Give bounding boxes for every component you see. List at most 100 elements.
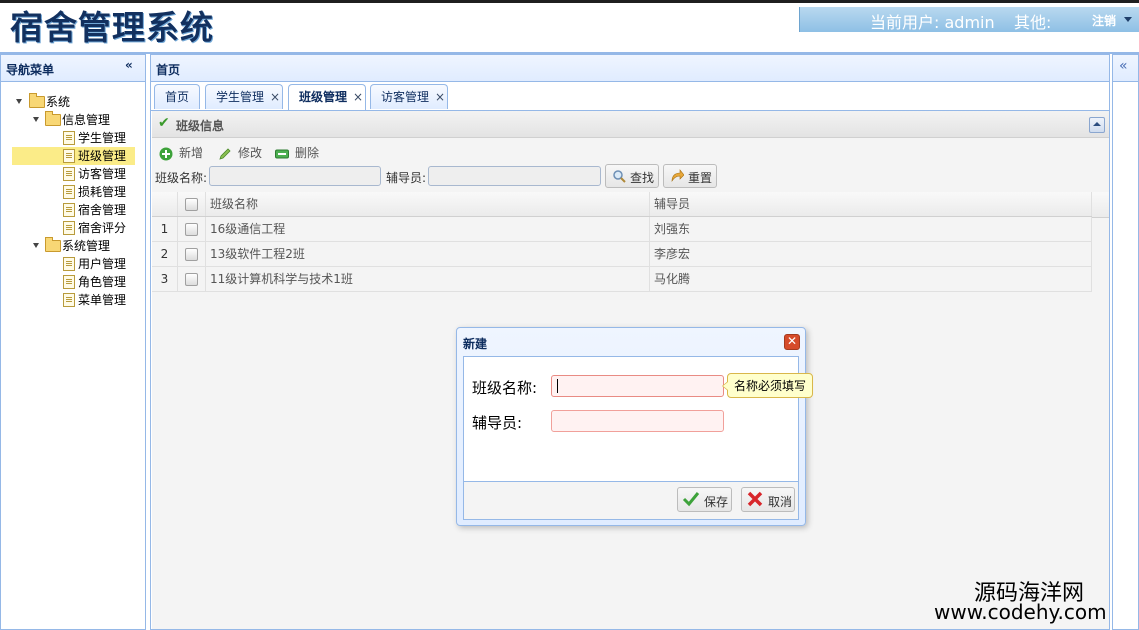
table-header-row: 班级名称 辅导员 — [152, 192, 1092, 217]
close-tab-icon[interactable]: × — [270, 85, 280, 110]
cancel-button[interactable]: 取消 — [741, 487, 795, 512]
cell-class-name: 13级软件工程2班 — [206, 242, 650, 266]
navigation-panel-header: 导航菜单 « — [1, 55, 145, 82]
tree-node-student-management[interactable]: 学生管理 — [1, 129, 145, 147]
search-counselor-input[interactable] — [428, 166, 601, 186]
row-number-header — [152, 192, 178, 216]
row-number: 1 — [152, 217, 178, 241]
row-checkbox[interactable] — [178, 242, 206, 266]
close-tab-icon[interactable]: × — [435, 85, 445, 110]
tree-node-info-management[interactable]: 信息管理 — [1, 111, 145, 129]
tree-node-dorm-management[interactable]: 宿舍管理 — [1, 201, 145, 219]
tree-node-label: 学生管理 — [78, 131, 127, 145]
file-icon — [63, 203, 75, 217]
tree-node-label: 系统 — [46, 95, 71, 109]
navigation-title: 导航菜单 — [6, 63, 55, 77]
east-panel-header: « — [1113, 55, 1138, 82]
logout-button[interactable]: 注销 — [1092, 12, 1116, 29]
cell-counselor: 刘强东 — [650, 217, 1092, 241]
magnifier-icon — [612, 169, 626, 183]
checkbox-icon[interactable] — [185, 248, 198, 261]
file-icon — [63, 257, 75, 271]
delete-button[interactable]: 删除 — [275, 142, 323, 164]
tree-node-role-management[interactable]: 角色管理 — [1, 273, 145, 291]
class-name-input[interactable] — [551, 375, 724, 397]
table-row[interactable]: 1 16级通信工程 刘强东 — [152, 217, 1092, 242]
tree-node-visitor-management[interactable]: 访客管理 — [1, 165, 145, 183]
edit-button[interactable]: 修改 — [218, 142, 266, 164]
collapse-east-icon[interactable]: « — [1119, 58, 1128, 74]
tree-node-label: 访客管理 — [78, 167, 127, 181]
close-icon[interactable]: ✕ — [784, 334, 800, 350]
tree-node-user-management[interactable]: 用户管理 — [1, 255, 145, 273]
tree-node-class-management[interactable]: 班级管理 — [12, 147, 135, 165]
file-icon — [63, 275, 75, 289]
navigation-panel: 导航菜单 « 系统 信息管理 学生管理 班级管理 访客管理 损耗管理 宿舍管理 … — [0, 54, 146, 630]
current-user-label: 当前用户: — [870, 13, 940, 32]
tree-node-system-management[interactable]: 系统管理 — [1, 237, 145, 255]
save-button-label: 保存 — [704, 495, 729, 509]
tree-node-system[interactable]: 系统 — [1, 93, 145, 111]
checkbox-icon[interactable] — [185, 223, 198, 236]
tab-label: 访客管理 — [381, 90, 430, 104]
tree-node-damage-management[interactable]: 损耗管理 — [1, 183, 145, 201]
collapse-panel-icon[interactable] — [1089, 117, 1105, 133]
validation-tooltip: 名称必须填写 — [721, 373, 814, 398]
new-class-dialog: 新建 ✕ 班级名称: 辅导员: 保存 取消 — [456, 327, 806, 526]
watermark-url: www.codehy.com — [934, 600, 1107, 624]
tab-visitor-management[interactable]: 访客管理 × — [370, 84, 448, 109]
search-class-name-label: 班级名称: — [155, 171, 208, 185]
add-button[interactable]: 新增 — [159, 142, 207, 164]
user-bar: 当前用户: admin 其他: 注销 — [799, 7, 1139, 32]
main-panel-header: 首页 — [151, 55, 1109, 82]
tree-node-label: 宿舍管理 — [78, 203, 127, 217]
table-row[interactable]: 3 11级计算机科学与技术1班 马化腾 — [152, 267, 1092, 292]
undo-arrow-icon — [670, 169, 685, 183]
select-all-checkbox[interactable] — [178, 192, 206, 216]
tab-label: 首页 — [165, 90, 190, 104]
file-icon — [63, 131, 75, 145]
folder-icon — [45, 237, 61, 252]
cell-class-name: 11级计算机科学与技术1班 — [206, 267, 650, 291]
search-class-name-input[interactable] — [209, 166, 381, 186]
reset-button-label: 重置 — [688, 171, 713, 185]
column-header-counselor[interactable]: 辅导员 — [650, 192, 1092, 216]
current-user-info: 当前用户: admin — [870, 9, 995, 33]
checkbox-icon[interactable] — [185, 198, 198, 211]
reset-button[interactable]: 重置 — [663, 164, 717, 188]
row-checkbox[interactable] — [178, 267, 206, 291]
cell-counselor: 李彦宏 — [650, 242, 1092, 266]
search-counselor-label: 辅导员: — [386, 171, 427, 185]
table-row[interactable]: 2 13级软件工程2班 李彦宏 — [152, 242, 1092, 267]
collapse-west-icon[interactable]: « — [125, 58, 133, 72]
dialog-title: 新建 — [463, 337, 488, 351]
tab-class-management[interactable]: 班级管理 × — [288, 84, 366, 110]
minus-icon — [275, 146, 289, 160]
folder-icon — [45, 111, 61, 126]
tab-student-management[interactable]: 学生管理 × — [205, 84, 283, 109]
column-header-class-name[interactable]: 班级名称 — [206, 192, 650, 216]
class-info-title: 班级信息 — [176, 119, 225, 133]
tree-node-dorm-rating[interactable]: 宿舍评分 — [1, 219, 145, 237]
main-panel-title: 首页 — [156, 63, 181, 77]
checkbox-icon[interactable] — [185, 273, 198, 286]
search-button[interactable]: 查找 — [605, 164, 659, 188]
tab-bar: 首页 学生管理 × 班级管理 × 访客管理 × — [151, 82, 1109, 111]
cell-counselor: 马化腾 — [650, 267, 1092, 291]
tree-node-label: 班级管理 — [78, 149, 127, 163]
add-label: 新增 — [179, 146, 204, 160]
tree-node-menu-management[interactable]: 菜单管理 — [1, 291, 145, 309]
tab-home[interactable]: 首页 — [154, 84, 200, 109]
row-checkbox[interactable] — [178, 217, 206, 241]
checkmark-icon: ✔ — [158, 115, 170, 131]
counselor-input[interactable] — [551, 410, 724, 432]
dropdown-arrow-icon[interactable] — [1124, 17, 1132, 22]
edit-label: 修改 — [238, 146, 263, 160]
expand-arrow-icon[interactable] — [33, 243, 39, 248]
file-icon — [63, 185, 75, 199]
close-tab-icon[interactable]: × — [353, 85, 363, 110]
expand-arrow-icon[interactable] — [16, 99, 22, 104]
file-icon — [63, 167, 75, 181]
save-button[interactable]: 保存 — [677, 487, 732, 512]
expand-arrow-icon[interactable] — [33, 117, 39, 122]
